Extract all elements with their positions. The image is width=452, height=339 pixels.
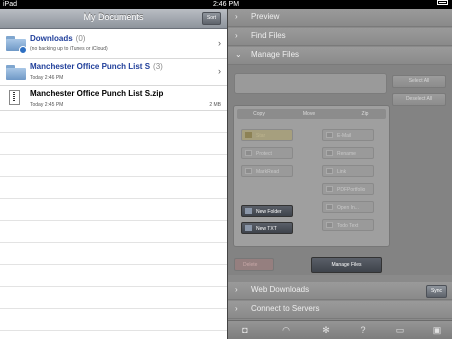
lock-icon <box>245 150 252 156</box>
star-button[interactable]: Star <box>241 129 293 141</box>
empty-row <box>0 133 227 155</box>
item-subtitle: Today 2:45 PM <box>30 102 64 108</box>
email-button[interactable]: E-Mail <box>322 129 374 141</box>
section-label: Web Downloads <box>251 285 310 294</box>
clock: 2:46 PM <box>212 1 240 8</box>
empty-row <box>0 309 227 331</box>
folder-icon <box>245 208 252 214</box>
star-icon <box>245 132 252 138</box>
tab-move[interactable]: Move <box>294 109 324 119</box>
empty-row <box>0 287 227 309</box>
chevron-right-icon: › <box>235 12 238 21</box>
documents-header: My Documents Sort <box>0 9 227 29</box>
gear-icon[interactable]: ✻ <box>319 324 333 337</box>
list-item[interactable]: Downloads (0) (no backing up to iTunes or… <box>0 29 227 59</box>
selection-field[interactable] <box>234 73 387 94</box>
empty-row <box>0 155 227 177</box>
help-icon[interactable]: ? <box>356 324 370 337</box>
documents-pane: My Documents Sort Downloads (0) (no backi… <box>0 9 227 339</box>
chevron-right-icon: › <box>235 304 238 313</box>
text-file-icon <box>245 225 252 231</box>
section-label: Manage Files <box>251 50 300 59</box>
sync-button[interactable]: Sync <box>426 285 447 298</box>
wifi-icon[interactable]: ◠ <box>279 324 293 337</box>
item-name: Manchester Office Punch List S <box>30 62 151 71</box>
item-name: Manchester Office Punch List S.zip <box>30 89 164 98</box>
rename-icon <box>326 150 333 156</box>
markread-button[interactable]: MarkRead <box>241 165 293 177</box>
empty-row <box>0 265 227 287</box>
status-bar: iPad 2:46 PM <box>0 0 452 9</box>
todo-text-button[interactable]: Todo Text <box>322 219 374 231</box>
empty-row <box>0 177 227 199</box>
chevron-right-icon: › <box>218 38 221 48</box>
item-name: Downloads <box>30 34 73 43</box>
page-title: My Documents <box>83 12 144 22</box>
new-txt-button[interactable]: New TXT <box>241 222 293 234</box>
section-preview[interactable]: › Preview <box>228 9 452 27</box>
markread-icon <box>245 168 252 174</box>
operations-panel: Copy Move Zip Star Protect MarkRead New … <box>233 105 390 247</box>
operation-tabs: Copy Move Zip <box>237 109 386 119</box>
empty-row <box>0 199 227 221</box>
chevron-down-icon: ⌄ <box>235 50 242 59</box>
empty-row <box>0 243 227 265</box>
item-count: (0) <box>75 34 86 43</box>
item-subtitle: (no backing up to iTunes or iCloud) <box>30 46 108 52</box>
chevron-right-icon: › <box>235 31 238 40</box>
rename-button[interactable]: Rename <box>322 147 374 159</box>
open-in-button[interactable]: Open In... <box>322 201 374 213</box>
chevron-right-icon: › <box>235 285 238 294</box>
section-manage-files[interactable]: ⌄ Manage Files <box>228 47 452 65</box>
folder-icon <box>6 36 27 54</box>
link-icon <box>326 168 333 174</box>
folder-icon <box>6 65 26 80</box>
select-all-button[interactable]: Select All <box>392 75 446 88</box>
empty-row <box>0 331 227 339</box>
list-item[interactable]: Manchester Office Punch List S (3) Today … <box>0 59 227 86</box>
battery-status <box>437 0 448 5</box>
pdf-portfolio-button[interactable]: PDFPortfolio <box>322 183 374 195</box>
manage-files-button[interactable]: Manage Files <box>311 257 382 273</box>
checkmark-icon <box>326 222 333 228</box>
section-find-files[interactable]: › Find Files <box>228 28 452 46</box>
lock-icon[interactable]: ▣ <box>430 324 444 337</box>
section-label: Find Files <box>251 31 286 40</box>
tab-zip[interactable]: Zip <box>350 109 380 119</box>
pdf-icon <box>326 186 333 192</box>
manage-files-panel: Select All Deselect All Copy Move Zip St… <box>228 65 452 275</box>
open-in-icon <box>326 204 333 210</box>
chevron-right-icon: › <box>218 66 221 76</box>
camera-icon[interactable]: ◘ <box>238 324 252 337</box>
bottom-toolbar: ◘ ◠ ✻ ? ▭ ▣ <box>228 320 452 339</box>
email-icon <box>326 132 333 138</box>
list-item[interactable]: Manchester Office Punch List S.zip Today… <box>0 86 227 111</box>
section-label: Preview <box>251 12 280 21</box>
item-count: (3) <box>153 62 163 71</box>
new-folder-button[interactable]: New Folder <box>241 205 293 217</box>
delete-button[interactable]: Delete <box>234 258 274 271</box>
section-web-downloads[interactable]: › Web Downloads Sync <box>228 282 452 300</box>
battery-icon <box>437 0 448 5</box>
item-subtitle: Today 2:46 PM <box>30 75 64 81</box>
empty-row <box>0 221 227 243</box>
empty-row <box>0 111 227 133</box>
tab-copy[interactable]: Copy <box>244 109 274 119</box>
protect-button[interactable]: Protect <box>241 147 293 159</box>
deselect-all-button[interactable]: Deselect All <box>392 93 446 106</box>
screen-icon[interactable]: ▭ <box>393 324 407 337</box>
item-size: 2 MB <box>209 102 221 108</box>
link-button[interactable]: Link <box>322 165 374 177</box>
section-label: Connect to Servers <box>251 304 320 313</box>
section-connect-servers[interactable]: › Connect to Servers <box>228 301 452 319</box>
tools-pane: › Preview › Find Files ⌄ Manage Files Se… <box>228 9 452 339</box>
zip-file-icon <box>9 90 20 105</box>
sort-button[interactable]: Sort <box>202 12 221 25</box>
